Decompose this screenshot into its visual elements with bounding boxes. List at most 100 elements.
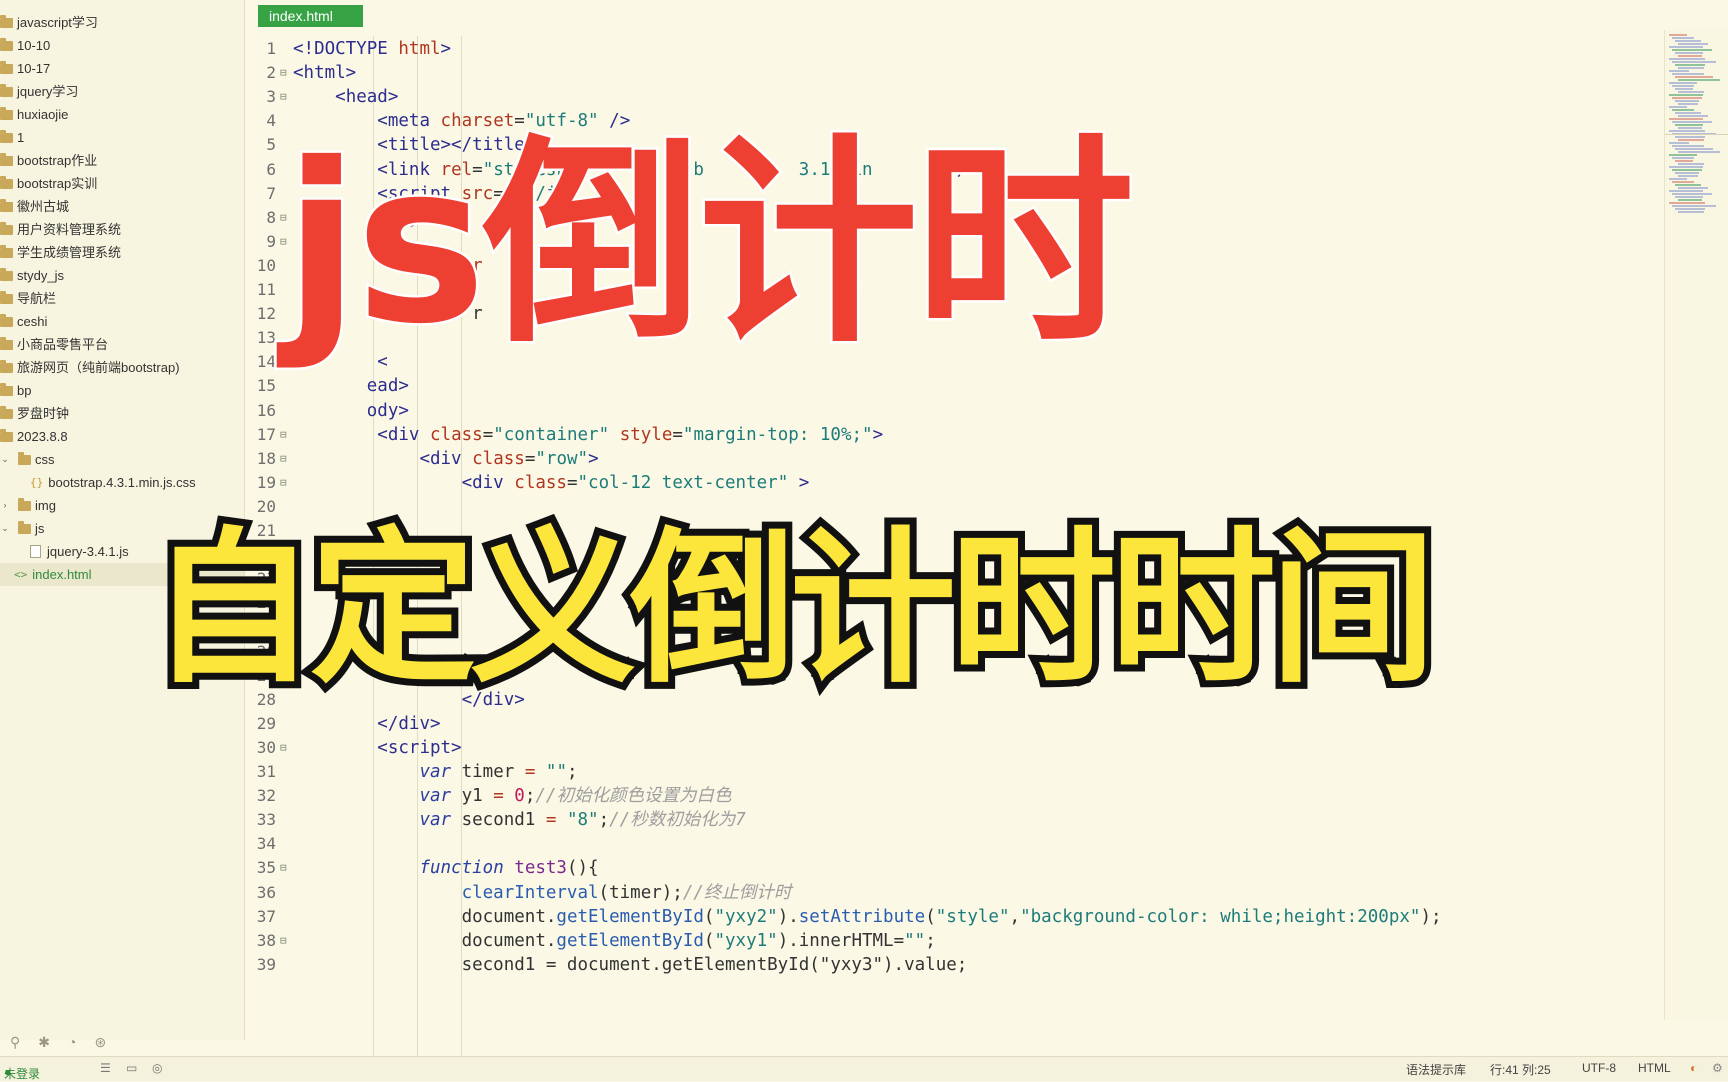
tree-item[interactable]: 旅游网页（纯前端bootstrap): [0, 356, 244, 379]
minimap-line: [1675, 184, 1701, 186]
fold-toggle-icon[interactable]: ⊟: [280, 928, 287, 954]
language-mode[interactable]: HTML: [1638, 1061, 1671, 1075]
minimap-line: [1669, 190, 1703, 192]
folder-icon: [0, 83, 13, 97]
tree-item[interactable]: 罗盘时钟: [0, 402, 244, 425]
line-number: 10: [256, 255, 276, 275]
code-line[interactable]: 15 ead>: [245, 373, 1663, 399]
code-line[interactable]: 17 ⊟ <div class="container" style="margin…: [245, 422, 1663, 448]
tree-item[interactable]: 10-10: [0, 34, 244, 57]
tree-item[interactable]: bootstrap实训: [0, 172, 244, 195]
line-number: 3: [266, 87, 276, 107]
tree-item[interactable]: {} bootstrap.4.3.1.min.js.css: [0, 471, 244, 494]
code-line[interactable]: 16 ody>: [245, 398, 1663, 424]
line-number: 14: [256, 352, 276, 372]
tree-item[interactable]: 小商品零售平台: [0, 333, 244, 356]
bike-icon[interactable]: ⚲: [10, 1034, 20, 1051]
minimap-line: [1678, 139, 1704, 141]
preview-icon[interactable]: ◎: [152, 1061, 162, 1075]
cursor-position[interactable]: 行:41 列:25: [1490, 1061, 1551, 1078]
tab-index-html[interactable]: index.html: [258, 5, 363, 27]
code-text: var second1 = "8";//秒数初始化为7: [419, 810, 746, 831]
code-text: ead>: [335, 376, 409, 397]
fold-toggle-icon[interactable]: ⊟: [280, 470, 287, 496]
tree-item-label: css: [35, 452, 55, 467]
code-text: clearInterval(timer);//终止倒计时: [461, 882, 792, 903]
tree-item[interactable]: javascript学习: [0, 11, 244, 34]
folder-icon: [0, 60, 13, 74]
code-text: <head>: [335, 87, 399, 108]
tree-item[interactable]: bp: [0, 379, 244, 402]
code-line[interactable]: 35 ⊟ function test3(){: [245, 855, 1663, 881]
folder-icon: [0, 175, 13, 189]
code-line[interactable]: 2 ⊟ <html>: [245, 60, 1663, 86]
tree-item-label: bp: [17, 383, 32, 398]
code-line[interactable]: 1 <!DOCTYPE html>: [245, 36, 1663, 62]
line-number: 17: [256, 424, 276, 444]
code-line[interactable]: 39 second1 = document.getElementById("yx…: [245, 952, 1663, 978]
folder-icon: [0, 221, 13, 235]
settings-icon[interactable]: ⚙: [1712, 1061, 1723, 1075]
tree-item[interactable]: ceshi: [0, 310, 244, 333]
folder-icon: [0, 290, 13, 304]
folder-icon: [0, 313, 13, 327]
minimap-line: [1678, 199, 1702, 201]
tree-item[interactable]: 导航栏: [0, 287, 244, 310]
chevron-down-icon[interactable]: ⌄: [0, 448, 10, 471]
fold-toggle-icon[interactable]: ⊟: [280, 84, 287, 110]
chevron-right-icon[interactable]: ›: [0, 494, 10, 517]
line-number: 37: [256, 906, 276, 926]
code-line[interactable]: 30 ⊟ <script>: [245, 735, 1663, 761]
encoding[interactable]: UTF-8: [1582, 1061, 1616, 1075]
tree-item-label: img: [35, 498, 56, 513]
code-line[interactable]: 3 ⊟ <head>: [245, 84, 1663, 110]
minimap-line: [1678, 175, 1698, 177]
line-number: 18: [256, 448, 276, 468]
code-line[interactable]: 38 ⊟ document.getElementById("yxy1").inne…: [245, 928, 1663, 954]
search-icon[interactable]: ◔: [68, 1034, 76, 1050]
code-line[interactable]: 32 var y1 = 0;//初始化颜色设置为白色: [245, 783, 1663, 809]
code-line[interactable]: 37 document.getElementById("yxy2").setAt…: [245, 904, 1663, 930]
tree-item[interactable]: stydy_js: [0, 264, 244, 287]
tree-item[interactable]: 用户资料管理系统: [0, 218, 244, 241]
code-line[interactable]: 36 clearInterval(timer);//终止倒计时: [245, 880, 1663, 906]
terminal-icon[interactable]: ▭: [126, 1061, 137, 1075]
line-number: 9: [266, 231, 276, 251]
overlay-title-sub: 自定义倒计时时间: [143, 513, 1443, 707]
fold-toggle-icon[interactable]: ⊟: [280, 446, 287, 472]
minimap[interactable]: [1664, 30, 1728, 1020]
line-number: 15: [256, 376, 276, 396]
share-icon[interactable]: ⊛: [94, 1034, 106, 1051]
tree-item[interactable]: 1: [0, 126, 244, 149]
fold-toggle-icon[interactable]: ⊟: [280, 855, 287, 881]
minimap-line: [1672, 205, 1716, 207]
chevron-down-icon[interactable]: ⌄: [0, 517, 10, 540]
fold-toggle-icon[interactable]: ⊟: [280, 735, 287, 761]
fold-toggle-icon[interactable]: ⊟: [280, 60, 287, 86]
bug-icon[interactable]: ✱: [38, 1034, 50, 1051]
tree-item[interactable]: 徽州古城: [0, 195, 244, 218]
code-text: </div>: [377, 713, 441, 734]
file-icon: [30, 545, 41, 558]
minimap-line: [1678, 211, 1704, 213]
code-line[interactable]: 19 ⊟ <div class="col-12 text-center" >: [245, 470, 1663, 496]
tree-item[interactable]: 学生成绩管理系统: [0, 241, 244, 264]
syntax-library[interactable]: 语法提示库: [1406, 1061, 1466, 1078]
tree-item[interactable]: 10-17: [0, 57, 244, 80]
tree-item[interactable]: bootstrap作业: [0, 149, 244, 172]
notification-icon[interactable]: ◐: [1690, 1061, 1697, 1075]
tree-item[interactable]: jquery学习: [0, 80, 244, 103]
fold-toggle-icon[interactable]: ⊟: [280, 422, 287, 448]
tree-item[interactable]: 2023.8.8: [0, 425, 244, 448]
tree-item[interactable]: huxiaojie: [0, 103, 244, 126]
list-icon[interactable]: ☰: [100, 1061, 111, 1075]
code-line[interactable]: 18 ⊟ <div class="row">: [245, 446, 1663, 472]
code-line[interactable]: 29 </div>: [245, 711, 1663, 737]
code-line[interactable]: 31 var timer = "";: [245, 759, 1663, 785]
code-line[interactable]: 33 var second1 = "8";//秒数初始化为7: [245, 807, 1663, 833]
line-number: 2: [266, 63, 276, 83]
line-number: 7: [266, 183, 276, 203]
minimap-viewport[interactable]: [1665, 30, 1728, 135]
code-line[interactable]: 34: [245, 831, 1663, 857]
tree-item[interactable]: ⌄ css: [0, 448, 244, 471]
